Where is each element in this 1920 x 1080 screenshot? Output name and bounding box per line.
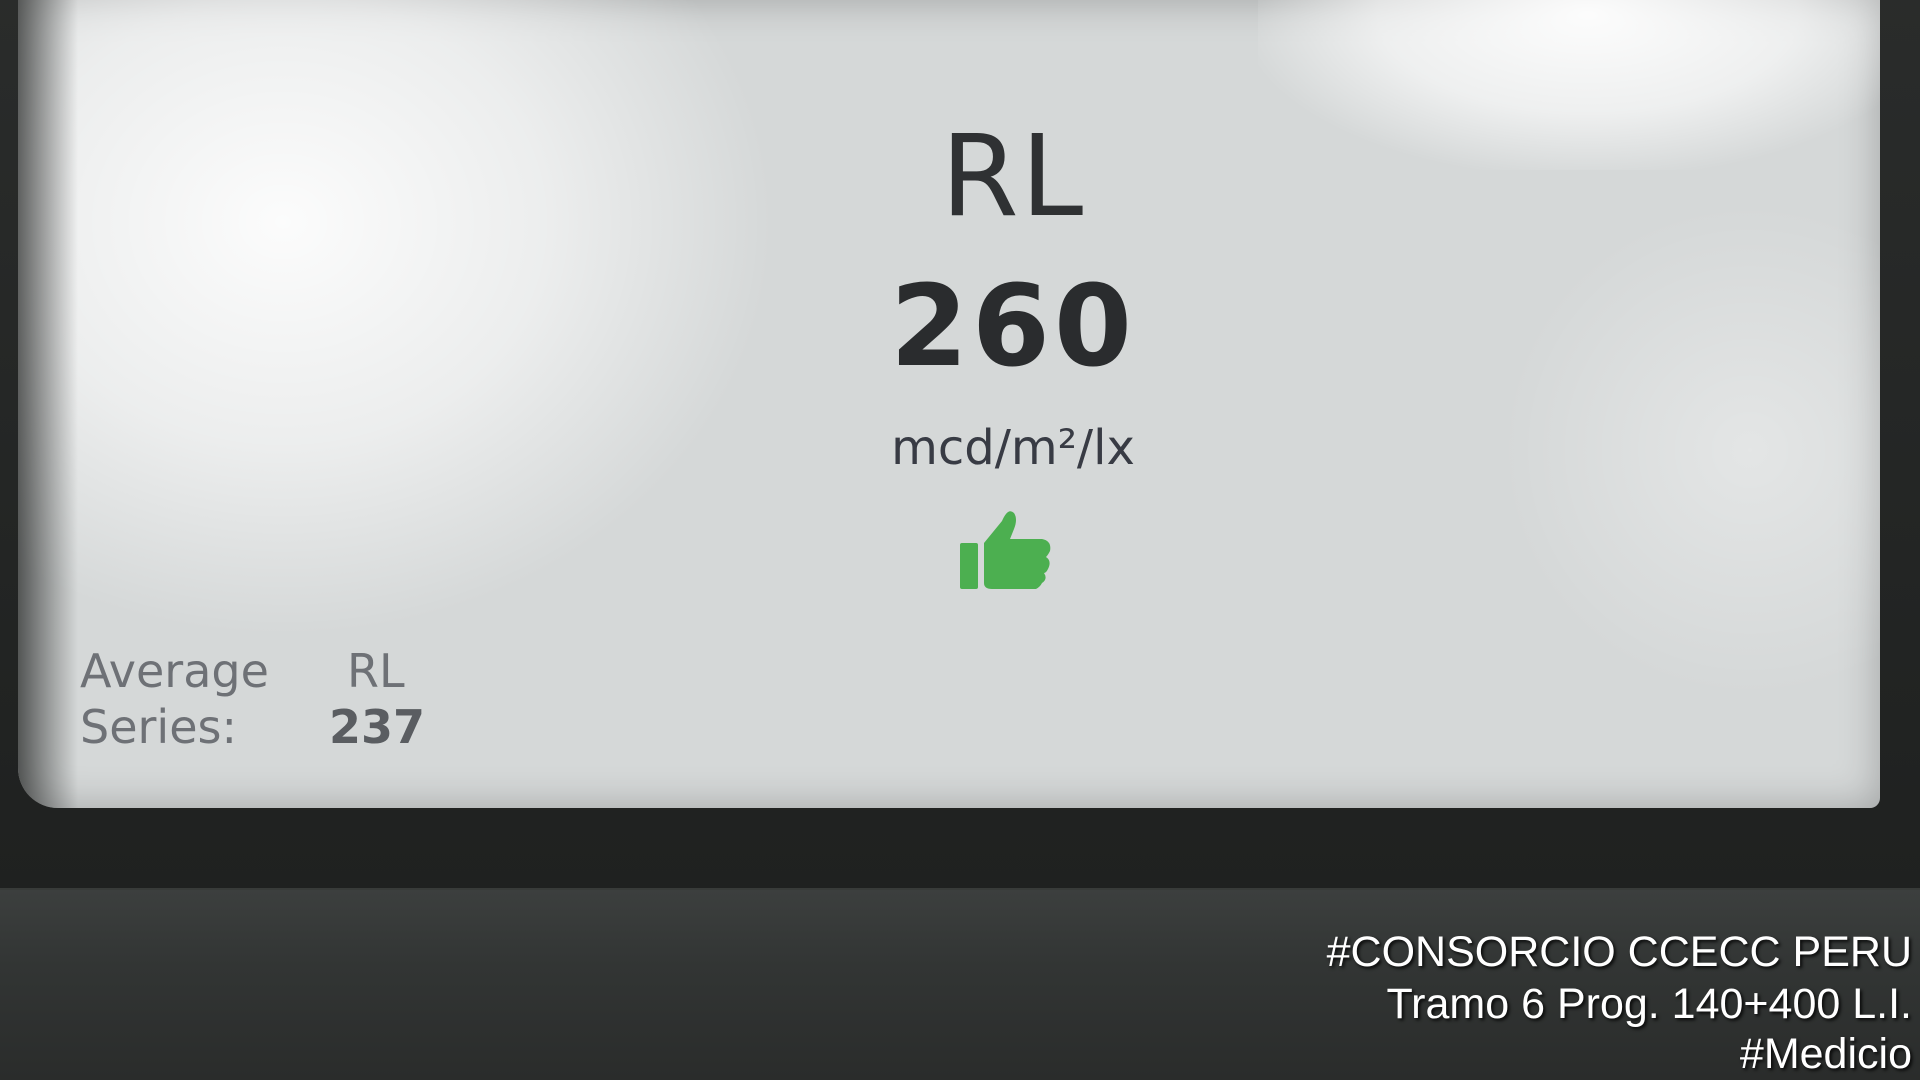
watermark-line-2: Tramo 6 Prog. 140+400 L.I. (1386, 980, 1912, 1028)
watermark-line-3: #Medicio (1739, 1030, 1912, 1078)
device-screen: RL 260 mcd/m²/lx Average Series: RL 237 (18, 0, 1880, 808)
average-label-line1: Average (80, 644, 269, 698)
glare (18, 0, 778, 640)
screen-shade (18, 0, 78, 808)
average-label-line2: Series: (80, 700, 237, 754)
average-value: 237 (329, 700, 426, 754)
watermark-line-1: #CONSORCIO CCECC PERU (1326, 928, 1912, 976)
average-metric: RL (347, 644, 405, 698)
glare (1258, 0, 1880, 170)
glare (1498, 200, 1880, 700)
thumbs-up-icon (960, 511, 1051, 589)
photo: RL 260 mcd/m²/lx Average Series: RL 237 … (0, 0, 1920, 1080)
